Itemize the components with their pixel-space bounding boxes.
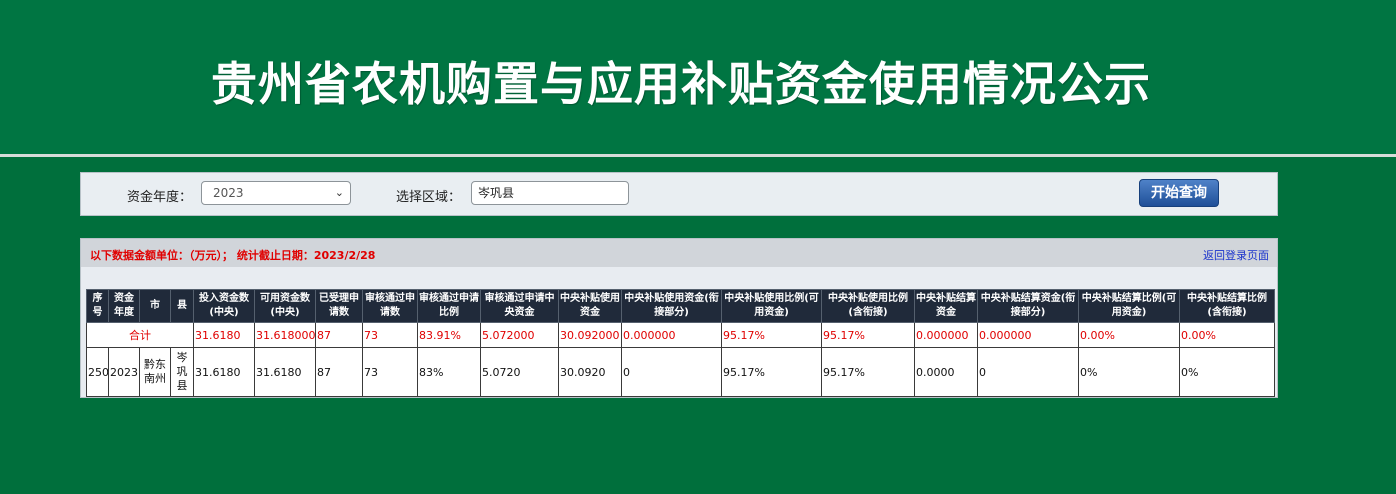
col-header: 中央补贴使用资金 — [558, 289, 622, 323]
year-label: 资金年度： — [127, 190, 193, 205]
row-cell: 0.0000 — [914, 347, 978, 397]
summary-cell: 0.000000 — [621, 322, 722, 348]
summary-cell: 5.072000 — [480, 322, 559, 348]
row-cell: 0 — [621, 347, 722, 397]
data-table: 序号 资金年度 市 县 投入资金数(中央) 可用资金数(中央) 已受理申请数 审… — [86, 289, 1275, 397]
summary-cell: 30.092000 — [558, 322, 622, 348]
summary-cell: 0.000000 — [914, 322, 978, 348]
row-index: 250 — [86, 347, 109, 397]
col-header: 投入资金数(中央) — [193, 289, 255, 323]
row-cell: 73 — [362, 347, 418, 397]
row-year: 2023 — [108, 347, 140, 397]
year-select-value: 2023 — [213, 186, 244, 200]
col-header: 中央补贴结算比例(含衔接) — [1179, 289, 1275, 323]
col-header: 市 — [139, 289, 171, 323]
results-panel: 以下数据金额单位：（万元）； 统计截止日期：2023/2/28 返回登录页面 序… — [80, 238, 1278, 398]
col-header: 审核通过申请比例 — [417, 289, 481, 323]
col-header: 中央补贴使用比例(可用资金) — [721, 289, 822, 323]
row-cell: 31.6180 — [254, 347, 316, 397]
row-cell: 95.17% — [821, 347, 915, 397]
chevron-down-icon: ⌄ — [334, 186, 344, 199]
row-cell: 5.0720 — [480, 347, 559, 397]
row-cell: 0% — [1179, 347, 1275, 397]
filter-bar: 资金年度： 2023 ⌄ 选择区域： 岑巩县 开始查询 — [80, 172, 1278, 216]
col-header: 中央补贴使用资金(衔接部分) — [621, 289, 722, 323]
summary-cell: 31.6180 — [193, 322, 255, 348]
col-header: 县 — [170, 289, 194, 323]
row-cell: 31.6180 — [193, 347, 255, 397]
summary-cell: 95.17% — [821, 322, 915, 348]
row-cell: 0 — [977, 347, 1079, 397]
row-county: 岑巩县 — [170, 347, 194, 397]
row-cell: 30.0920 — [558, 347, 622, 397]
info-bar: 以下数据金额单位：（万元）； 统计截止日期：2023/2/28 返回登录页面 — [81, 239, 1277, 267]
col-header: 审核通过申请数 — [362, 289, 418, 323]
summary-row: 合计 31.6180 31.618000 87 73 83.91% 5.0720… — [86, 322, 1275, 348]
col-header: 序号 — [86, 289, 109, 323]
col-header: 资金年度 — [108, 289, 140, 323]
unit-date-notice: 以下数据金额单位：（万元）； 统计截止日期：2023/2/28 — [90, 249, 376, 262]
region-label: 选择区域： — [396, 190, 462, 205]
summary-label: 合计 — [86, 322, 194, 348]
summary-cell: 0.000000 — [977, 322, 1079, 348]
col-header: 中央补贴结算资金(衔接部分) — [977, 289, 1079, 323]
col-header: 可用资金数(中央) — [254, 289, 316, 323]
summary-cell: 95.17% — [721, 322, 822, 348]
query-button[interactable]: 开始查询 — [1139, 179, 1219, 207]
col-header: 中央补贴使用比例(含衔接) — [821, 289, 915, 323]
summary-cell: 0.00% — [1179, 322, 1275, 348]
summary-cell: 83.91% — [417, 322, 481, 348]
row-cell: 95.17% — [721, 347, 822, 397]
page-header: 贵州省农机购置与应用补贴资金使用情况公示 — [0, 0, 1396, 157]
summary-cell: 0.00% — [1078, 322, 1180, 348]
row-cell: 87 — [315, 347, 363, 397]
summary-cell: 73 — [362, 322, 418, 348]
row-city: 黔东南州 — [139, 347, 171, 397]
page-title: 贵州省农机购置与应用补贴资金使用情况公示 — [211, 57, 1151, 111]
col-header: 中央补贴结算比例(可用资金) — [1078, 289, 1180, 323]
col-header: 已受理申请数 — [315, 289, 363, 323]
summary-cell: 87 — [315, 322, 363, 348]
table-row: 250 2023 黔东南州 岑巩县 31.6180 31.6180 87 73 … — [86, 347, 1275, 397]
row-cell: 0% — [1078, 347, 1180, 397]
table-header-row: 序号 资金年度 市 县 投入资金数(中央) 可用资金数(中央) 已受理申请数 审… — [86, 289, 1275, 323]
year-select[interactable]: 2023 ⌄ — [201, 181, 351, 205]
back-to-login-link[interactable]: 返回登录页面 — [1203, 247, 1269, 263]
col-header: 中央补贴结算资金 — [914, 289, 978, 323]
summary-cell: 31.618000 — [254, 322, 316, 348]
col-header: 审核通过申请中央资金 — [480, 289, 559, 323]
row-cell: 83% — [417, 347, 481, 397]
region-input[interactable]: 岑巩县 — [471, 181, 629, 205]
